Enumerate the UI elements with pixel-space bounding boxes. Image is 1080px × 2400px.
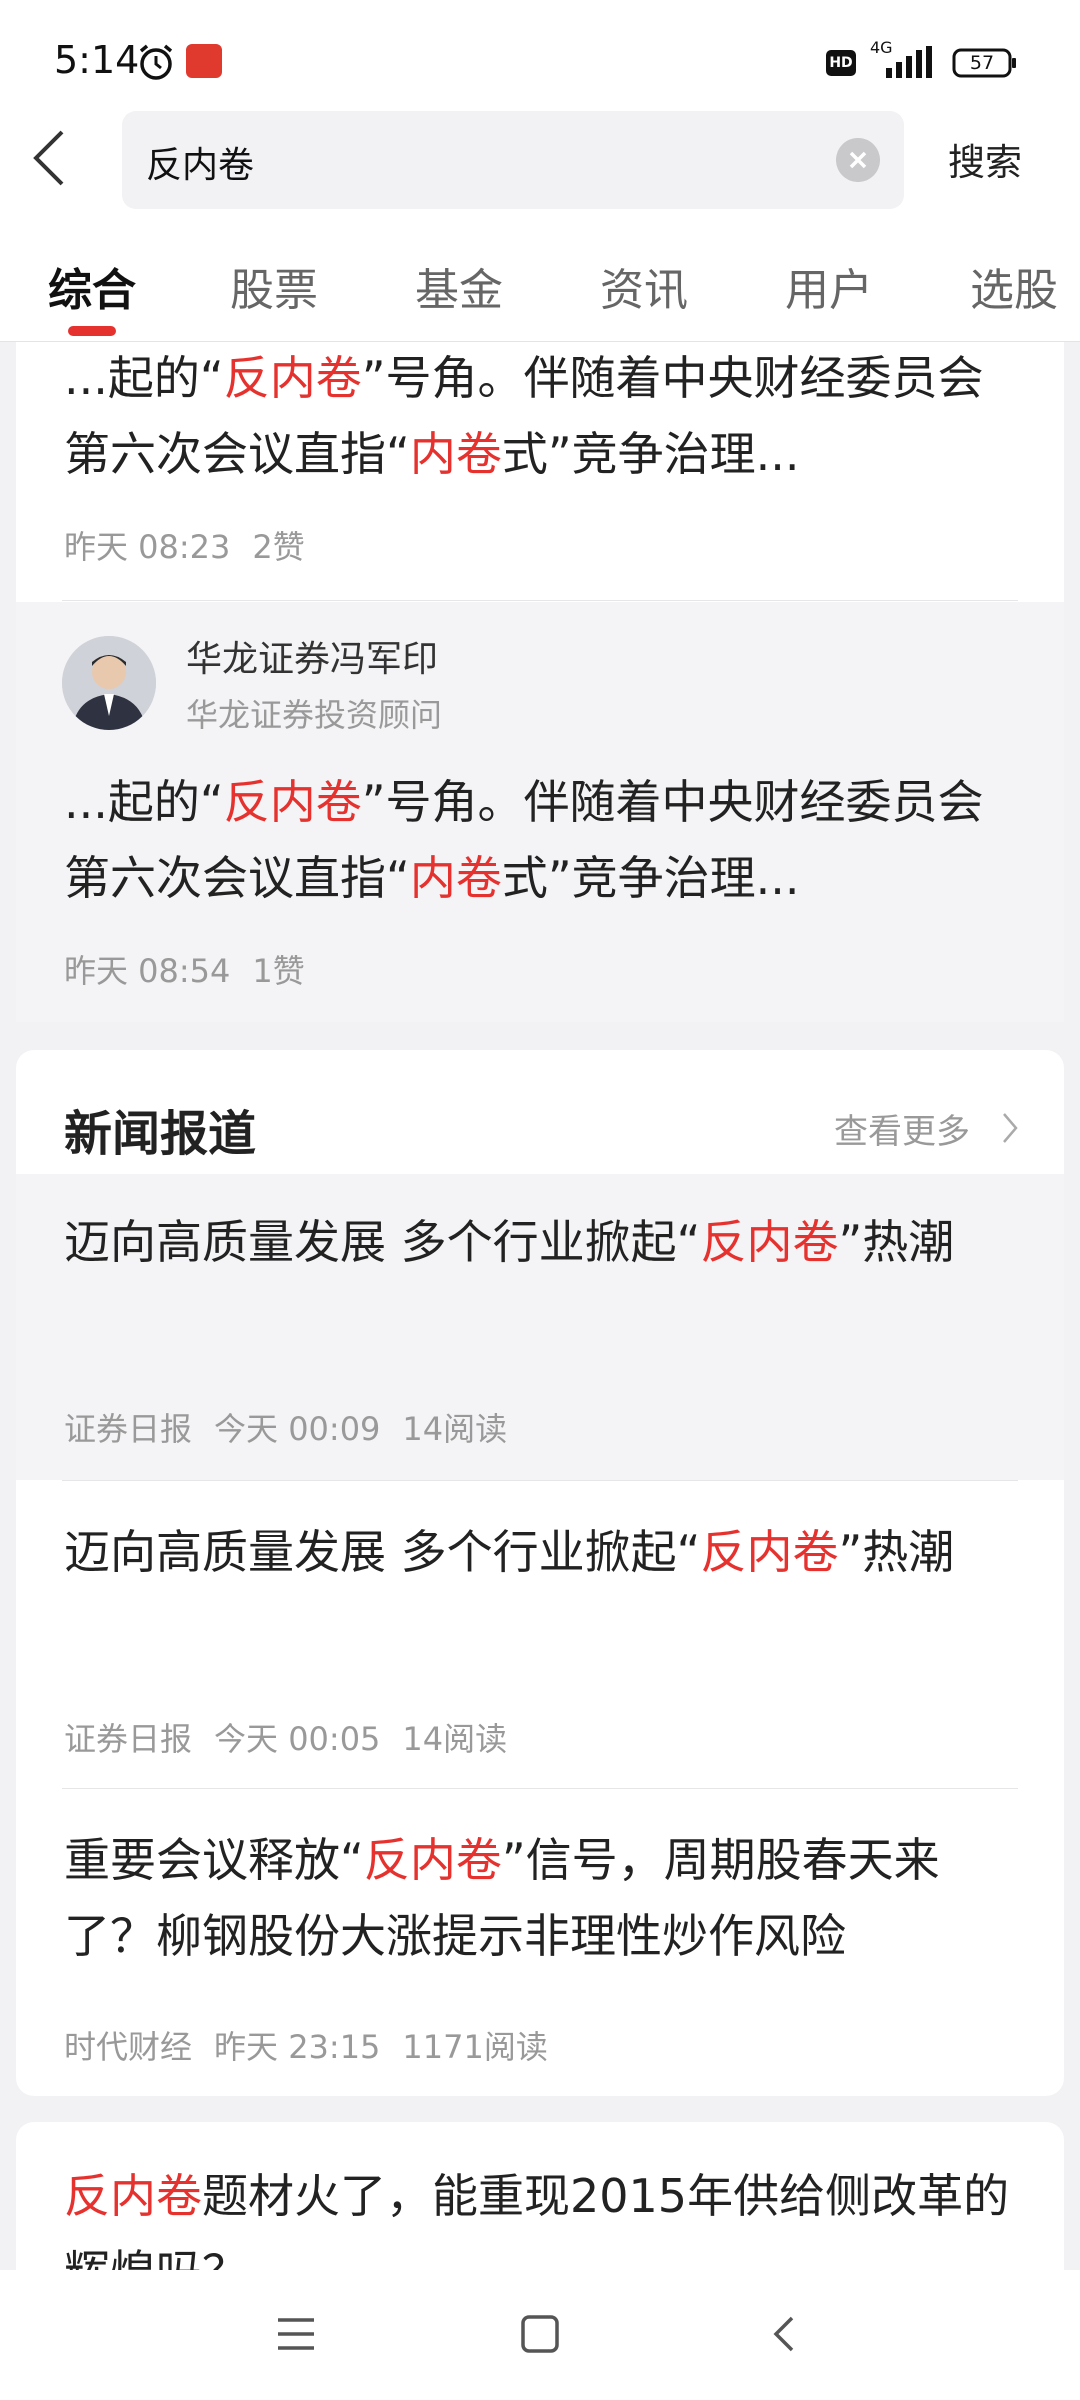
article-title: 反内卷题材火了，能重现2015年供给侧改革的辉煌吗？ [64,2169,1010,2282]
post-likes: 1赞 [252,952,305,990]
status-time: 5:14 [54,38,140,82]
tab-funds[interactable]: 基金 [415,254,503,318]
post-meta: 昨天 08:23 2赞 [64,522,327,568]
menu-icon[interactable] [274,2312,318,2356]
news-title[interactable]: 重要会议释放“反内卷”信号，周期股春天来了？柳钢股份大涨提示非理性炒作风险 [64,1822,1014,1974]
back-icon[interactable] [764,2312,808,2356]
post-time: 昨天 08:23 [64,528,231,566]
battery-level: 57 [969,52,995,74]
tab-bar: 综合 股票 基金 资讯 用户 选股 [0,224,1080,342]
post-text: ...起的“反内卷”号角。伴随着中央财经委员会第六次会议直指“内卷式”竞争治理.… [64,775,984,905]
alarm-icon [139,44,173,80]
news-reads: 14阅读 [402,1720,508,1758]
news-reads: 1171阅读 [402,2028,548,2066]
news-meta: 时代财经 昨天 23:15 1171阅读 [64,2022,570,2068]
divider [62,1788,1018,1789]
back-arrow-icon[interactable] [28,128,72,188]
author-name[interactable]: 华龙证券冯军印 [186,630,438,682]
news-source: 证券日报 [64,1410,193,1448]
news-source: 时代财经 [64,2028,193,2066]
news-reads: 14阅读 [402,1410,508,1448]
news-source: 证券日报 [64,1720,193,1758]
post-likes: 2赞 [252,528,305,566]
app-notification-icon [186,44,222,78]
tab-stocks[interactable]: 股票 [230,254,318,318]
avatar[interactable] [62,636,156,730]
news-title[interactable]: 迈向高质量发展 多个行业掀起“反内卷”热潮 [64,1514,1014,1590]
tab-overview[interactable]: 综合 [48,254,136,318]
divider [62,1480,1018,1481]
news-section-title: 新闻报道 [64,1106,257,1162]
tab-users[interactable]: 用户 [785,254,873,318]
tab-stock-picker[interactable]: 选股 [970,254,1058,318]
search-button[interactable]: 搜索 [948,132,1022,186]
news-time: 昨天 23:15 [214,2028,381,2066]
author-title: 华龙证券投资顾问 [186,696,443,734]
news-time: 今天 00:05 [214,1720,381,1758]
article-card[interactable]: 反内卷题材火了，能重现2015年供给侧改革的辉煌吗？ [16,2122,1064,2282]
signal-icon [886,46,932,78]
person-avatar-icon [62,636,156,730]
news-time: 今天 00:09 [214,1410,381,1448]
news-meta: 证券日报 今天 00:09 14阅读 [64,1404,529,1450]
chevron-right-icon[interactable] [1000,1110,1020,1146]
home-icon[interactable] [518,2312,562,2356]
tab-news[interactable]: 资讯 [600,254,688,318]
post-meta: 昨天 08:54 1赞 [64,946,327,992]
news-title: 迈向高质量发展 多个行业掀起“反内卷”热潮 [64,1215,955,1269]
divider [62,600,1018,601]
post-time: 昨天 08:54 [64,952,231,990]
see-more-link[interactable]: 查看更多 [834,1104,970,1153]
search-query-text[interactable]: 反内卷 [146,136,254,188]
status-bar: 5:14 HD 4G 57 [0,0,1080,112]
active-tab-indicator [68,326,116,336]
hd-badge: HD [826,50,856,76]
post-text: ...起的“反内卷”号角。伴随着中央财经委员会第六次会议直指“内卷式”竞争治理.… [64,351,984,481]
news-meta: 证券日报 今天 00:05 14阅读 [64,1714,529,1760]
clear-icon[interactable] [836,138,880,182]
